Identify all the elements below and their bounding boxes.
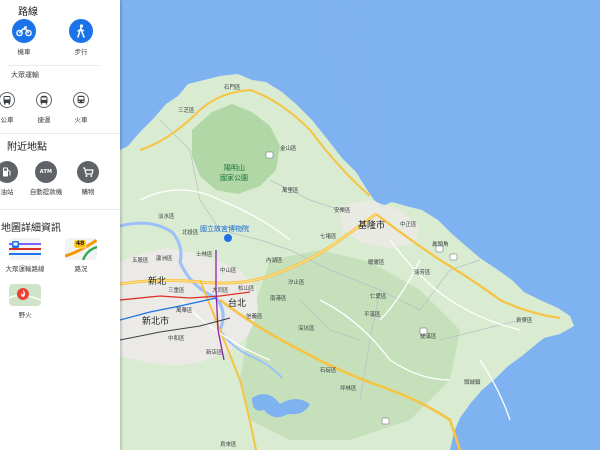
metro-icon — [33, 89, 55, 111]
route-walking-button[interactable]: 步行 — [61, 19, 101, 56]
shopping-cart-icon — [77, 161, 99, 183]
map-label-museum[interactable]: 國立故宮博物院 — [200, 224, 249, 233]
gas-station-icon — [0, 161, 18, 183]
map-label-district[interactable]: 北投區 — [182, 228, 199, 236]
map-label-district[interactable]: 汐止區 — [288, 278, 305, 286]
layer-traffic-button[interactable]: 48 路況 — [61, 238, 101, 273]
map-label-district[interactable]: 松山區 — [238, 284, 255, 292]
transit-metro-button[interactable]: 捷運 — [24, 89, 64, 124]
map-label-district[interactable]: 安樂區 — [334, 206, 351, 214]
divider — [0, 209, 120, 210]
traffic-layer-icon: 48 — [65, 238, 97, 260]
map-label-district[interactable]: 頭城鎮 — [464, 378, 481, 386]
transit-bus-label: 公車 — [0, 116, 14, 124]
map-label-keelung[interactable]: 基隆市 — [358, 219, 385, 231]
museum-marker-icon[interactable] — [224, 234, 232, 242]
layer-transit-label: 大眾運輸路線 — [5, 265, 45, 273]
map-label-district[interactable]: 萬里區 — [282, 186, 299, 194]
map-label-district[interactable]: 石門區 — [224, 84, 241, 91]
layers-panel: 路線 機車 步行 大眾運輸 公車 捷運 火車 附近地點 油站 ATM 自動提款機… — [0, 0, 120, 450]
route-motorcycle-label: 機車 — [17, 48, 31, 56]
divider — [0, 133, 120, 134]
map-label-xinbei[interactable]: 新北市 — [142, 315, 169, 327]
map-svg[interactable]: 國立故宮博物院 陽明山 國家公園 基隆市 新北市 新北 台北 石門區 三芝區 金… — [120, 0, 600, 450]
map-label-park[interactable]: 陽明山 — [224, 163, 245, 172]
map-label-district[interactable]: 新店區 — [206, 348, 223, 356]
atm-badge: ATM — [39, 169, 53, 175]
transit-train-label: 火車 — [74, 116, 88, 124]
map-label-xinbei-top[interactable]: 新北 — [148, 275, 166, 287]
nearby-atm-button[interactable]: ATM 自動提款機 — [26, 161, 66, 196]
map-label-district[interactable]: 七堵區 — [320, 232, 337, 240]
map-label-district[interactable]: 內湖區 — [266, 256, 283, 264]
motorcycle-icon — [12, 19, 36, 43]
map-label-taipei[interactable]: 台北 — [228, 297, 246, 309]
route-walking-label: 步行 — [74, 48, 88, 56]
atm-icon: ATM — [35, 161, 57, 183]
walking-icon — [69, 19, 93, 43]
layer-wildfire-label: 野火 — [18, 311, 32, 319]
map-label-district[interactable]: 平溪區 — [364, 310, 381, 318]
map-label-district[interactable]: 烏來區 — [220, 440, 237, 448]
map-label-district[interactable]: 金山區 — [280, 144, 297, 152]
divider — [8, 65, 100, 66]
section-title-map-details: 地圖詳細資訊 — [1, 223, 61, 234]
map-label-district[interactable]: 貢寮區 — [516, 316, 533, 324]
transit-train-button[interactable]: 火車 — [61, 89, 101, 124]
transit-bus-button[interactable]: 公車 — [0, 89, 27, 124]
section-title-nearby: 附近地點 — [7, 142, 47, 153]
layer-wildfire-button[interactable]: 野火 — [5, 284, 45, 319]
map-label-district[interactable]: 坪林區 — [340, 384, 357, 392]
layer-transit-button[interactable]: 大眾運輸路線 — [5, 238, 45, 273]
wildfire-layer-icon — [9, 284, 41, 306]
nearby-atm-label: 自動提款機 — [29, 188, 63, 196]
map-label-district[interactable]: 中山區 — [220, 266, 237, 274]
transit-layer-icon — [9, 238, 41, 260]
map-label-district[interactable]: 暖暖區 — [368, 258, 385, 266]
traffic-badge: 48 — [76, 240, 85, 247]
map-label-district[interactable]: 淡水區 — [158, 212, 175, 220]
nearby-gas-station-label: 油站 — [0, 188, 14, 196]
map-label-district[interactable]: 石碇區 — [320, 366, 337, 374]
map-label-district[interactable]: 三重區 — [168, 286, 185, 294]
train-icon — [70, 89, 92, 111]
map-label-district[interactable]: 仁愛區 — [370, 292, 387, 300]
transit-metro-label: 捷運 — [37, 116, 51, 124]
nearby-shopping-label: 購物 — [81, 188, 95, 196]
section-title-transit: 大眾運輸 — [11, 71, 39, 79]
map-label-district[interactable]: 三芝區 — [178, 106, 195, 114]
map-label-district[interactable]: 信義區 — [246, 312, 263, 320]
map-label-district[interactable]: 大同區 — [212, 286, 229, 294]
layer-traffic-label: 路況 — [74, 265, 88, 273]
map-canvas[interactable]: 國立故宮博物院 陽明山 國家公園 基隆市 新北市 新北 台北 石門區 三芝區 金… — [120, 0, 600, 450]
map-label-district[interactable]: 中和區 — [168, 334, 185, 342]
nearby-shopping-button[interactable]: 購物 — [68, 161, 108, 196]
map-label-park-sub[interactable]: 國家公園 — [220, 173, 248, 182]
map-label-district[interactable]: 南港區 — [270, 294, 287, 302]
map-label-district[interactable]: 萬華區 — [176, 306, 193, 314]
map-label-district[interactable]: 蘆洲區 — [156, 254, 173, 262]
map-label-district[interactable]: 五股區 — [132, 257, 149, 264]
map-label-district[interactable]: 深坑區 — [298, 324, 315, 332]
route-motorcycle-button[interactable]: 機車 — [4, 19, 44, 56]
nearby-gas-station-button[interactable]: 油站 — [0, 161, 27, 196]
map-label-district[interactable]: 瑞芳區 — [414, 268, 431, 276]
map-label-district[interactable]: 士林區 — [196, 250, 213, 258]
bus-icon — [0, 89, 18, 111]
map-label-district[interactable]: 中正區 — [400, 220, 417, 228]
section-title-route: 路線 — [18, 7, 38, 18]
